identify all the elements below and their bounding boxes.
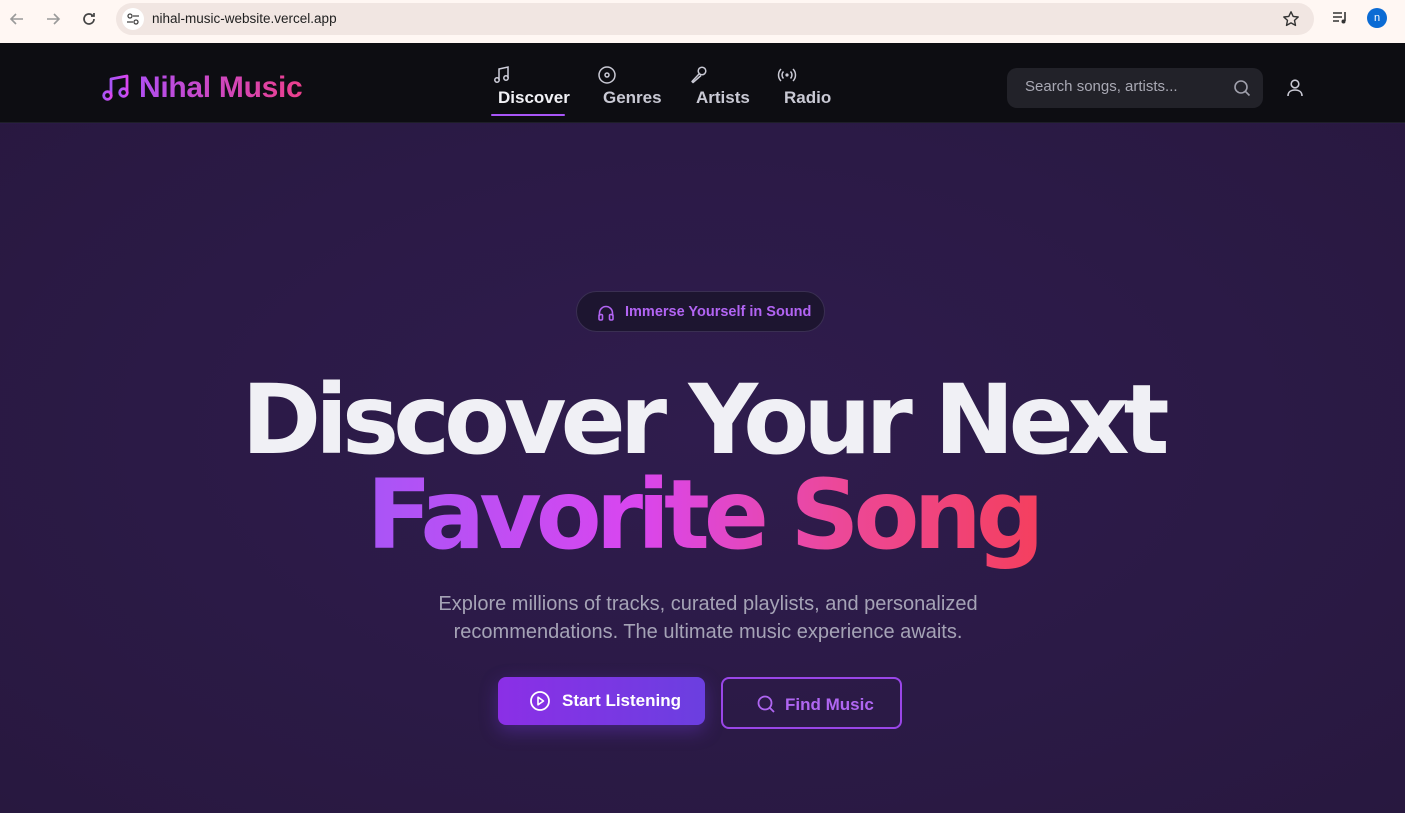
start-listening-button[interactable]: Start Listening [498,677,705,725]
nav-discover[interactable]: Discover [491,65,570,117]
url-text: nihal-music-website.vercel.app [152,11,337,26]
headphones-icon [598,305,614,321]
subtitle-line1: Explore millions of tracks, curated play… [438,593,978,615]
find-music-label: Find Music [785,695,874,714]
radio-icon [777,68,797,82]
nav-radio[interactable]: Radio [777,65,832,117]
nav-label: Radio [784,88,832,107]
back-arrow-icon [9,13,23,25]
user-account-button[interactable] [1285,78,1305,103]
nav-label: Genres [603,88,662,107]
browser-toolbar: nihal-music-website.vercel.app n [0,0,1405,43]
brand-name: Nihal Music [139,71,303,104]
back-button[interactable] [6,8,28,30]
search-box [1007,68,1263,108]
reload-icon [83,13,95,25]
hero-subtitle: Explore millions of tracks, curated play… [390,590,1026,646]
forward-arrow-icon [47,13,61,25]
search-icon [757,695,775,713]
address-bar[interactable]: nihal-music-website.vercel.app [116,3,1314,35]
nav-label: Artists [696,88,750,107]
media-control-icon[interactable] [1331,9,1349,32]
subtitle-line2: recommendations. The ultimate music expe… [453,621,963,643]
music-note-logo-icon [102,74,129,101]
forward-button[interactable] [42,8,64,30]
profile-avatar[interactable]: n [1367,8,1387,28]
find-music-button[interactable]: Find Music [721,677,902,729]
hero-title-line2: Favorite Song [0,459,1405,571]
site-header: Nihal Music Discover Genres Artists Radi… [0,43,1405,123]
badge-text: Immerse Yourself in Sound [625,304,812,320]
hero-title-highlight: Favorite Song [366,459,1044,571]
start-listening-label: Start Listening [562,691,682,710]
search-icon[interactable] [1233,79,1251,97]
nav-label: Discover [498,88,570,107]
active-indicator [491,114,565,116]
music-note-icon [494,66,509,83]
reload-button[interactable] [78,8,100,30]
disc-icon [598,66,616,84]
user-icon [1287,79,1303,97]
bookmark-star-icon[interactable] [1282,10,1300,33]
search-input[interactable] [1025,78,1225,95]
brand-logo[interactable]: Nihal Music [101,71,303,105]
microphone-icon [691,66,707,84]
nav-genres[interactable]: Genres [596,65,666,117]
hero-section: Immerse Yourself in Sound Discover Your … [0,124,1405,813]
site-info-icon[interactable] [122,8,144,30]
nav-artists[interactable]: Artists [689,65,750,117]
hero-badge: Immerse Yourself in Sound [576,291,825,332]
play-circle-icon [530,691,550,711]
